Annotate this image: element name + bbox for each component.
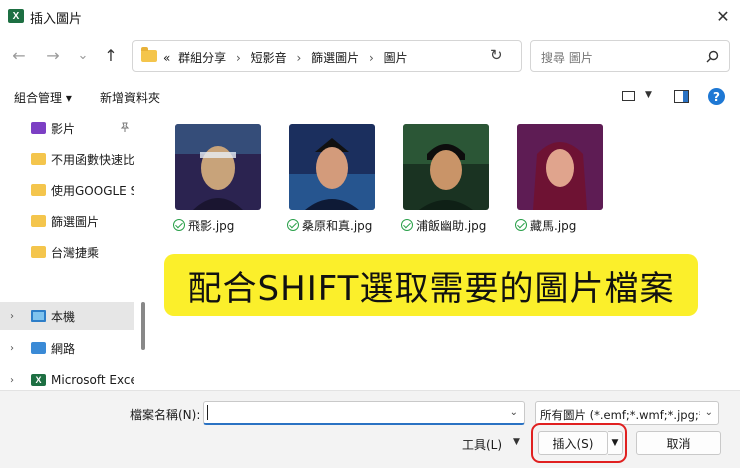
breadcrumb-item[interactable]: 群組分享 [178,51,226,65]
sync-status-check-icon [287,219,299,231]
thumbnail [517,124,603,210]
file-name: 藏馬.jpg [515,217,576,234]
breadcrumb-item[interactable]: 短影音 [251,51,287,65]
file-name-text: 桑原和真.jpg [302,219,373,233]
excel-icon: X [31,374,46,386]
sidebar-item-videos[interactable]: 影片 [0,114,134,142]
sidebar-item-folder[interactable]: 不用函數快速比 [0,145,134,173]
file-item[interactable]: 飛影.jpg [163,122,263,242]
breadcrumb-separator: › [296,51,302,65]
close-button[interactable]: ✕ [712,5,734,27]
sync-status-check-icon [401,219,413,231]
thumbnail [403,124,489,210]
thumbnail [175,124,261,210]
sidebar-item-this-pc[interactable]: › 本機 [0,302,134,330]
expand-chevron-icon[interactable]: › [10,375,14,386]
sidebar-item-label: 本機 [51,309,76,324]
file-name: 桑原和真.jpg [287,217,372,234]
sidebar-item-folder[interactable]: 篩選圖片 [0,207,134,235]
search-placeholder: 搜尋 圖片 [541,51,593,65]
folder-icon [31,215,46,227]
pin-icon [120,122,130,135]
file-list: 飛影.jpg 桑原和真.jpg 浦飯幽助.jpg 藏馬.jpg [150,110,740,390]
file-name-text: 飛影.jpg [188,219,235,233]
refresh-icon[interactable]: ↻ [490,46,503,64]
breadcrumb: « 群組分享 › 短影音 › 篩選圖片 › 圖片 [163,49,408,66]
filename-label: 檔案名稱(N): [130,408,201,422]
file-type-value: 所有圖片 (*.emf;*.wmf;*.jpg;*.jp [540,408,700,422]
filename-input[interactable]: ⌄ [203,401,525,425]
thumbnail [289,124,375,210]
breadcrumb-separator: › [368,51,374,65]
navigation-bar: ← → ⌄ ↑ « 群組分享 › 短影音 › 篩選圖片 › 圖片 ⌄ ↻ 搜尋 … [0,32,740,78]
search-input[interactable]: 搜尋 圖片 [530,40,730,72]
instruction-banner: 配合SHIFT選取需要的圖片檔案 [164,254,698,316]
sidebar-item-folder[interactable]: 使用GOOGLE S [0,176,134,204]
file-name: 浦飯幽助.jpg [401,217,486,234]
chevron-down-icon: ⌄ [704,407,713,418]
title-bar: X 插入圖片 ✕ [0,0,740,32]
videos-icon [31,122,46,134]
sidebar-item-label: 不用函數快速比 [51,152,134,167]
file-name: 飛影.jpg [173,217,234,234]
breadcrumb-item[interactable]: 篩選圖片 [311,51,359,65]
pc-icon [31,310,46,322]
expand-chevron-icon[interactable]: › [10,343,14,354]
tools-button[interactable]: 工具(L) [462,436,502,453]
file-item[interactable]: 浦飯幽助.jpg [391,122,491,242]
sidebar-item-network[interactable]: › 網路 [0,334,134,362]
file-name-text: 藏馬.jpg [530,219,577,233]
file-type-select[interactable]: 所有圖片 (*.emf;*.wmf;*.jpg;*.jp ⌄ [535,401,719,425]
help-icon[interactable]: ? [708,88,725,105]
sidebar-item-label: Microsoft Excel [51,373,134,387]
view-mode-icon[interactable] [622,91,635,101]
up-button[interactable]: ↑ [100,44,122,66]
sync-status-check-icon [515,219,527,231]
expand-chevron-icon[interactable]: › [10,311,14,322]
cancel-button[interactable]: 取消 [636,431,721,455]
recent-locations-button[interactable]: ⌄ [72,44,94,66]
dialog-footer: 檔案名稱(N): ⌄ 所有圖片 (*.emf;*.wmf;*.jpg;*.jp … [0,390,740,468]
file-item[interactable]: 藏馬.jpg [505,122,605,242]
file-name-text: 浦飯幽助.jpg [416,219,487,233]
sync-status-check-icon [173,219,185,231]
instruction-text: 配合SHIFT選取需要的圖片檔案 [187,268,675,309]
network-icon [31,342,46,354]
highlight-annotation [531,423,627,463]
folder-icon [141,47,157,62]
sidebar-scrollbar[interactable] [141,302,145,350]
back-button[interactable]: ← [8,44,30,66]
window-title: 插入圖片 [30,12,83,27]
sidebar-item-label: 影片 [51,121,76,136]
sidebar-item-label: 篩選圖片 [51,214,100,229]
folder-icon [31,246,46,258]
excel-app-icon: X [8,9,24,23]
file-item[interactable]: 桑原和真.jpg [277,122,377,242]
search-icon [706,50,719,66]
sidebar-item-label: 台灣捷乘 [51,245,100,260]
folder-icon [31,153,46,165]
view-options-chevron-icon[interactable]: ▼ [645,90,652,100]
sidebar-item-label: 使用GOOGLE S [51,183,134,198]
tools-chevron-icon[interactable]: ▼ [513,437,520,447]
breadcrumb-item[interactable]: 圖片 [384,51,408,65]
sidebar-item-label: 網路 [51,341,76,356]
filename-history-chevron-icon[interactable]: ⌄ [510,407,518,418]
preview-pane-icon[interactable] [674,90,689,103]
forward-button[interactable]: → [42,44,64,66]
breadcrumb-separator: › [236,51,241,65]
folder-icon [31,184,46,196]
address-bar[interactable]: « 群組分享 › 短影音 › 篩選圖片 › 圖片 ⌄ [132,40,604,72]
organize-button[interactable]: 組合管理 ▾ [14,89,72,106]
navigation-pane: 影片 不用函數快速比 使用GOOGLE S 篩選圖片 台灣捷乘 › 本機 › 網… [0,110,150,390]
breadcrumb-overflow[interactable]: « [163,51,170,65]
sidebar-item-folder[interactable]: 台灣捷乘 [0,238,134,266]
new-folder-button[interactable]: 新增資料夾 [100,89,160,106]
text-caret [207,405,208,420]
command-bar: 組合管理 ▾ 新增資料夾 ▼ ? [0,84,740,110]
